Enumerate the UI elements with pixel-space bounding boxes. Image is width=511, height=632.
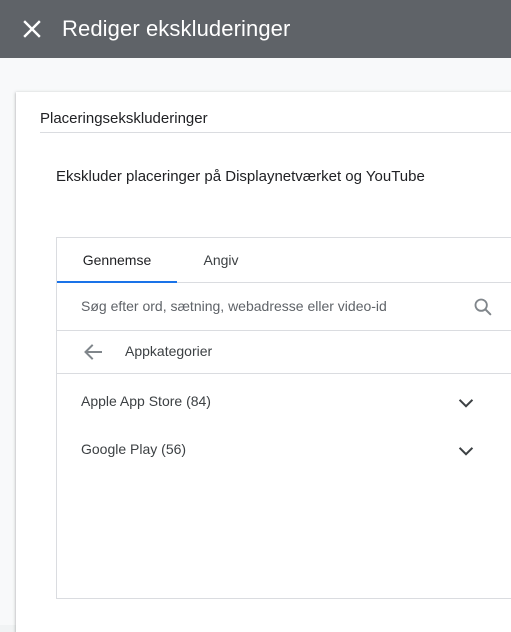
breadcrumb-label: Appkategorier bbox=[125, 343, 213, 359]
page-title: Rediger ekskluderinger bbox=[62, 16, 291, 41]
list-item-label: Apple App Store (84) bbox=[81, 393, 211, 409]
breadcrumb: Appkategorier bbox=[57, 331, 511, 374]
section-title: Placeringsekskluderinger bbox=[40, 110, 208, 127]
section-divider bbox=[40, 132, 511, 133]
list-item[interactable]: Apple App Store (84) bbox=[57, 379, 511, 427]
list-item[interactable]: Google Play (56) bbox=[57, 427, 511, 475]
tab-bar: Gennemse Angiv bbox=[57, 238, 511, 283]
arrow-back-icon[interactable] bbox=[81, 340, 105, 364]
tab-browse[interactable]: Gennemse bbox=[57, 238, 177, 283]
placement-browser-panel: Gennemse Angiv Appkategorier Apple App S… bbox=[56, 237, 511, 599]
tab-enter[interactable]: Angiv bbox=[177, 238, 265, 282]
close-button[interactable] bbox=[18, 15, 46, 43]
search-icon[interactable] bbox=[472, 296, 494, 318]
section-subtitle: Ekskluder placeringer på Displaynetværke… bbox=[56, 168, 425, 185]
tab-enter-label: Angiv bbox=[203, 252, 239, 268]
tab-browse-label: Gennemse bbox=[82, 252, 152, 268]
top-app-bar: Rediger ekskluderinger bbox=[0, 0, 511, 58]
chevron-down-icon[interactable] bbox=[455, 392, 477, 414]
exclusions-card: Placeringsekskluderinger Ekskluder place… bbox=[16, 92, 511, 632]
close-icon bbox=[23, 20, 41, 38]
search-bar bbox=[57, 283, 511, 331]
search-input[interactable] bbox=[81, 295, 461, 317]
chevron-down-icon[interactable] bbox=[455, 440, 477, 462]
list-item-label: Google Play (56) bbox=[81, 441, 187, 457]
